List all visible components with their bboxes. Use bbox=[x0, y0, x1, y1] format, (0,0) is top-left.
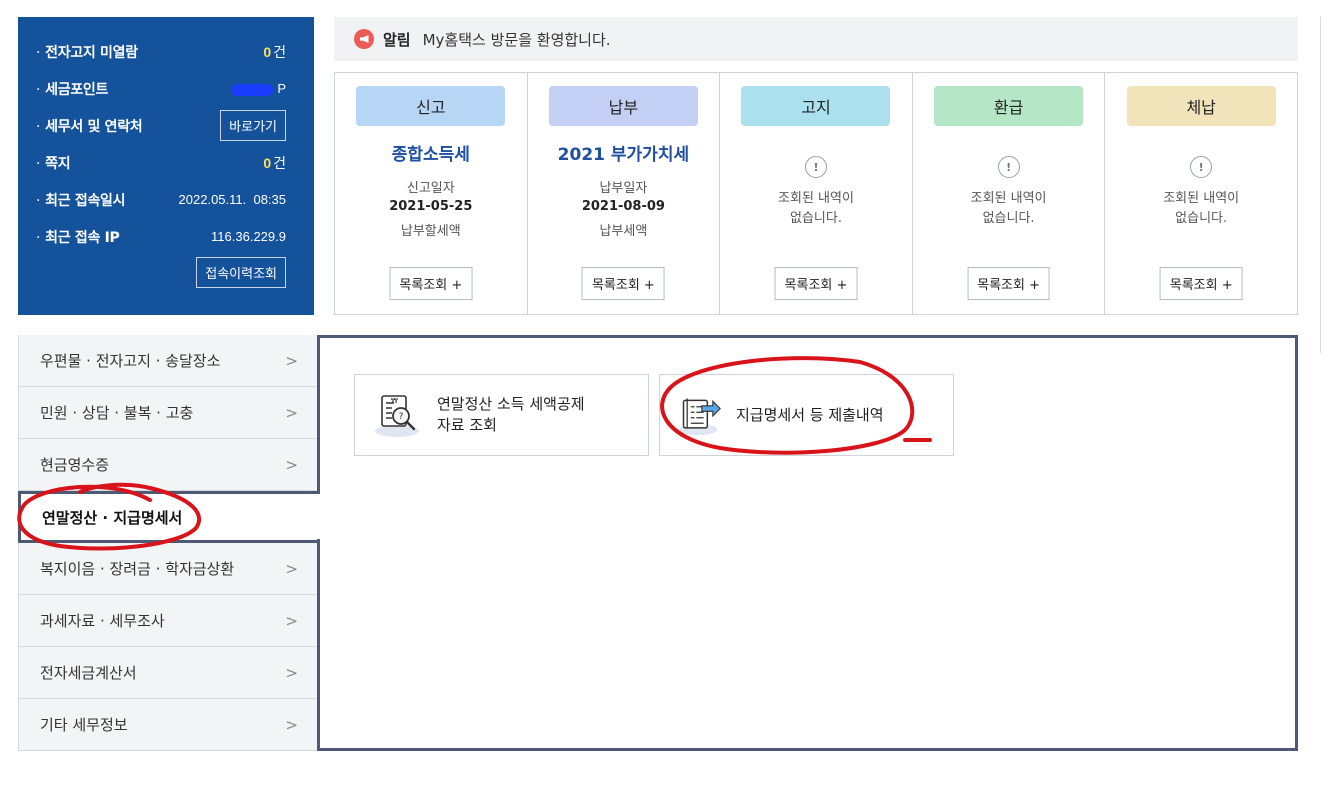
card-sub2-label: 납부할세액 bbox=[400, 224, 461, 236]
agent-label: 세무서 및 연락처 bbox=[36, 116, 143, 136]
card-head-arrears[interactable]: 체납 bbox=[1126, 86, 1276, 126]
chevron-right-icon: > bbox=[285, 663, 298, 682]
menu-item-label: 연말정산 · 지급명세서 bbox=[42, 508, 183, 527]
list-view-button[interactable]: 목록조회 + bbox=[774, 267, 858, 300]
menu-item-cash-receipt[interactable]: 현금영수증 > bbox=[18, 439, 318, 491]
card-report: 신고 종합소득세 신고일자 2021-05-25 납부할세액 목록조회 + bbox=[335, 73, 528, 314]
memo-label: 쪽지 bbox=[36, 153, 70, 173]
memo-count[interactable]: 0 bbox=[263, 155, 271, 171]
chevron-right-icon: > bbox=[285, 351, 298, 370]
list-view-button[interactable]: 목록조회 + bbox=[967, 267, 1051, 300]
empty-message: 조회된 내역이 없습니다. bbox=[778, 191, 854, 226]
last-login-label: 최근 접속일시 bbox=[36, 190, 125, 210]
menu-item-label: 우편물 · 전자고지 · 송달장소 bbox=[40, 352, 221, 370]
unread-notice-count[interactable]: 0 bbox=[263, 44, 271, 60]
exclamation-icon: ! bbox=[997, 156, 1020, 178]
menu-item-civil[interactable]: 민원 · 상담 · 불복 · 고충 > bbox=[18, 387, 318, 439]
menu-item-label: 복지이음 · 장려금 · 학자금상환 bbox=[40, 560, 235, 578]
last-ip-row: 최근 접속 IP 116.36.229.9 bbox=[36, 218, 286, 255]
card-head-payment[interactable]: 납부 bbox=[548, 86, 698, 126]
deduction-tile-line2: 자료 조회 bbox=[437, 416, 497, 434]
unread-notice-label: 전자고지 미열람 bbox=[36, 42, 138, 62]
last-ip-value: 116.36.229.9 bbox=[211, 229, 286, 244]
access-history-button[interactable]: 접속이력조회 bbox=[196, 257, 286, 288]
menu-item-label: 민원 · 상담 · 불복 · 고충 bbox=[40, 404, 194, 422]
empty-message: 조회된 내역이 없습니다. bbox=[970, 191, 1047, 226]
document-search-icon: ? ₩ bbox=[375, 395, 419, 437]
last-ip-label: 최근 접속 IP bbox=[36, 227, 120, 247]
card-date: 2021-05-25 bbox=[389, 199, 473, 214]
card-arrears: 체납 ! 조회된 내역이 없습니다. 목록조회 + bbox=[1105, 73, 1297, 314]
last-login-row: 최근 접속일시 2022.05.11. 08:35 bbox=[36, 181, 286, 218]
exclamation-icon: ! bbox=[804, 156, 827, 178]
list-view-button[interactable]: 목록조회 + bbox=[1159, 267, 1243, 300]
svg-text:₩: ₩ bbox=[391, 397, 398, 405]
unread-notice-row: 전자고지 미열람 0건 bbox=[36, 33, 286, 70]
menu-item-e-invoice[interactable]: 전자세금계산서 > bbox=[18, 647, 318, 699]
side-menu: 우편물 · 전자고지 · 송달장소 > 민원 · 상담 · 불복 · 고충 > … bbox=[18, 335, 318, 751]
submenu-panel: ? ₩ 연말정산 소득 세액공제 자료 조회 지급명세서 등 제출내역 bbox=[317, 335, 1298, 751]
last-login-value: 2022.05.11. 08:35 bbox=[178, 192, 286, 207]
tax-point-label: 세금포인트 bbox=[36, 79, 108, 99]
scrollbar-edge bbox=[1320, 17, 1326, 353]
tax-point-row: 세금포인트 P bbox=[36, 70, 286, 107]
menu-item-welfare[interactable]: 복지이음 · 장려금 · 학자금상환 > bbox=[18, 543, 318, 595]
memo-unit: 건 bbox=[273, 154, 286, 171]
menu-item-mail[interactable]: 우편물 · 전자고지 · 송달장소 > bbox=[18, 335, 318, 387]
menu-item-label: 과세자료 · 세무조사 bbox=[40, 612, 165, 630]
card-notice: 고지 ! 조회된 내역이 없습니다. 목록조회 + bbox=[720, 73, 913, 314]
card-head-refund[interactable]: 환급 bbox=[934, 86, 1084, 126]
card-title-report[interactable]: 종합소득세 bbox=[392, 140, 470, 165]
card-sub-label: 신고일자 bbox=[406, 181, 455, 196]
menu-item-label: 전자세금계산서 bbox=[40, 664, 137, 682]
card-date: 2021-08-09 bbox=[581, 199, 665, 214]
user-info-panel: 전자고지 미열람 0건 세금포인트 P 세무서 및 연락처 바로가기 쪽지 0건… bbox=[18, 17, 314, 315]
agent-row: 세무서 및 연락처 바로가기 bbox=[36, 107, 286, 144]
menu-item-label: 기타 세무정보 bbox=[40, 716, 128, 734]
redacted-value bbox=[231, 83, 274, 96]
card-sub2-label: 납부세액 bbox=[599, 224, 648, 236]
notice-tag: 알림 bbox=[383, 30, 411, 49]
payment-statement-label: 지급명세서 등 제출내역 bbox=[736, 405, 884, 424]
menu-item-tax-audit[interactable]: 과세자료 · 세무조사 > bbox=[18, 595, 318, 647]
status-cards: 신고 종합소득세 신고일자 2021-05-25 납부할세액 목록조회 + 납부… bbox=[334, 72, 1298, 315]
payment-statement-tile[interactable]: 지급명세서 등 제출내역 bbox=[659, 374, 954, 456]
exclamation-icon: ! bbox=[1190, 156, 1213, 178]
list-view-button[interactable]: 목록조회 + bbox=[389, 267, 473, 300]
card-sub-label: 납부일자 bbox=[599, 181, 648, 196]
document-arrow-icon bbox=[678, 398, 721, 436]
memo-row: 쪽지 0건 bbox=[36, 144, 286, 181]
chevron-right-icon: > bbox=[285, 611, 298, 630]
megaphone-icon bbox=[354, 29, 374, 49]
card-payment: 납부 2021 부가가치세 납부일자 2021-08-09 납부세액 목록조회 … bbox=[528, 73, 721, 314]
chevron-right-icon: > bbox=[285, 403, 298, 422]
tax-point-unit: P bbox=[277, 81, 286, 96]
unread-notice-unit: 건 bbox=[273, 43, 286, 60]
chevron-right-icon: > bbox=[285, 455, 298, 474]
card-head-notice[interactable]: 고지 bbox=[741, 86, 891, 126]
chevron-right-icon: > bbox=[285, 559, 298, 578]
chevron-right-icon: > bbox=[285, 715, 298, 734]
empty-message: 조회된 내역이 없습니다. bbox=[1163, 191, 1240, 226]
deduction-data-tile[interactable]: ? ₩ 연말정산 소득 세액공제 자료 조회 bbox=[354, 374, 649, 456]
card-head-report[interactable]: 신고 bbox=[356, 86, 506, 126]
list-view-button[interactable]: 목록조회 + bbox=[581, 267, 665, 300]
deduction-tile-line1: 연말정산 소득 세액공제 bbox=[437, 395, 585, 413]
active-tab-connector bbox=[315, 494, 321, 539]
card-title-payment[interactable]: 2021 부가가치세 bbox=[558, 140, 689, 165]
svg-text:?: ? bbox=[399, 412, 404, 422]
notice-bar: 알림 My홈택스 방문을 환영합니다. bbox=[334, 17, 1298, 61]
card-refund: 환급 ! 조회된 내역이 없습니다. 목록조회 + bbox=[913, 73, 1106, 314]
shortcut-button[interactable]: 바로가기 bbox=[220, 110, 286, 141]
menu-item-label: 현금영수증 bbox=[40, 456, 110, 474]
menu-item-other[interactable]: 기타 세무정보 > bbox=[18, 699, 318, 751]
menu-item-year-end[interactable]: 연말정산 · 지급명세서 bbox=[18, 491, 318, 543]
notice-message: My홈택스 방문을 환영합니다. bbox=[422, 30, 611, 49]
